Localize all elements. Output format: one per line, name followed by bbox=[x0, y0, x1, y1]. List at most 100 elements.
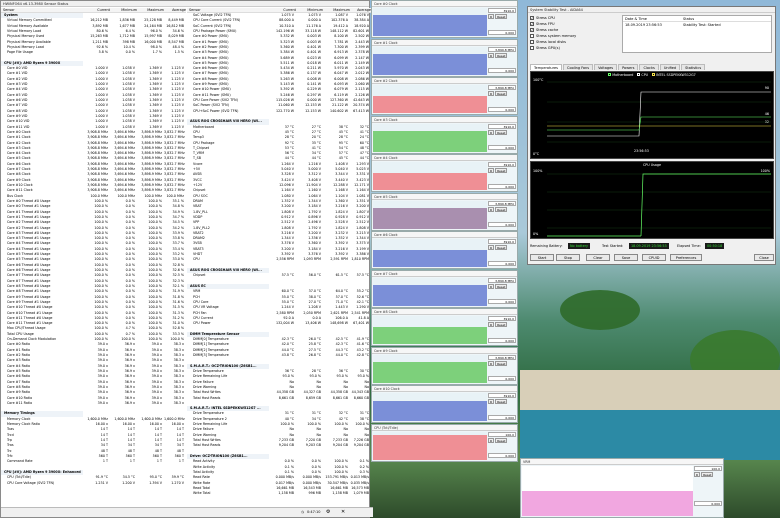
graph-max-value[interactable]: 3910.0 bbox=[488, 316, 516, 321]
header-maximum[interactable]: Maximum bbox=[137, 8, 164, 12]
checkbox-icon[interactable]: ✓ bbox=[530, 28, 534, 32]
tab-temperatures[interactable]: Temperatures bbox=[530, 64, 562, 70]
graph-min-value[interactable]: 0.000 bbox=[488, 145, 516, 150]
graph-max-value[interactable]: 3,899.8 MHz bbox=[488, 200, 516, 206]
reset-button[interactable]: Reset bbox=[495, 129, 508, 135]
reset-button[interactable]: Reset bbox=[495, 322, 508, 327]
start-button[interactable]: Start bbox=[530, 254, 554, 261]
graph-window[interactable]: CPU (Tctl/Tdie) 100.0 R Reset 0.000 bbox=[371, 423, 518, 462]
tab-clocks[interactable]: Clocks bbox=[639, 64, 659, 70]
sensor-row[interactable]: Write Total 1,158 MB 996 MB 1,158 MB 1,079 M… bbox=[187, 491, 371, 496]
header-minimum[interactable]: Minimum bbox=[296, 8, 323, 12]
checkbox-icon[interactable] bbox=[530, 34, 534, 38]
preferences-button[interactable]: Preferences bbox=[670, 254, 702, 261]
aida-titlebar[interactable]: System Stability Test - AIDA64 bbox=[528, 7, 775, 13]
reset-button[interactable]: Reset bbox=[495, 168, 508, 173]
graph-window[interactable]: Core #5 Clock 3,899.8 MHz R Reset 0.000 bbox=[371, 192, 518, 231]
graph-max-value[interactable]: 3910.0 bbox=[488, 8, 516, 13]
r-button[interactable]: R bbox=[488, 437, 495, 443]
graph-min-value[interactable]: 0.000 bbox=[488, 29, 516, 35]
graph-max-value[interactable]: 3910.0 bbox=[488, 393, 516, 398]
graph-min-value[interactable]: 0.000 bbox=[488, 222, 516, 227]
tab-voltages[interactable]: Voltages bbox=[594, 64, 618, 70]
graph-window[interactable]: Core #4 Clock 3910.0 R Reset 0.000 bbox=[371, 154, 518, 192]
reset-button[interactable]: Reset bbox=[495, 245, 508, 250]
r-button[interactable]: R bbox=[488, 91, 495, 96]
graph-window[interactable]: Core #7 Clock 3,899.8 MHz R Reset 0.000 bbox=[371, 269, 518, 308]
tab-unified[interactable]: Unified bbox=[659, 64, 681, 70]
hwinfo-titlebar[interactable]: HWiNFO64 v6.13-3980 Sensor Status bbox=[1, 1, 369, 7]
graph-max-value[interactable]: 100.0 bbox=[488, 431, 516, 437]
stress-checkbox[interactable]: Stress GPU(s) bbox=[530, 45, 620, 51]
reset-button[interactable]: Reset bbox=[495, 206, 508, 212]
header-current[interactable]: Current bbox=[269, 8, 296, 12]
graph-window-vrm[interactable]: VRM 100.0 R Reset 0.000 bbox=[520, 458, 724, 518]
close-icon[interactable]: ✕ bbox=[341, 509, 345, 515]
settings-icon[interactable]: ⚙ bbox=[326, 509, 330, 515]
graph-min-value[interactable]: 0.000 bbox=[488, 260, 516, 266]
checkbox-icon[interactable] bbox=[530, 46, 534, 50]
checkbox-icon[interactable]: ✓ bbox=[530, 22, 534, 26]
graph-max-value[interactable]: 100.0 bbox=[694, 466, 722, 471]
reset-button[interactable]: Reset bbox=[495, 283, 508, 289]
graph-max-value[interactable]: 3910.0 bbox=[488, 239, 516, 244]
tab-statistics[interactable]: Statistics bbox=[681, 64, 706, 70]
graph-max-value[interactable]: 3,899.8 MHz bbox=[488, 46, 516, 52]
r-button[interactable]: R bbox=[488, 399, 495, 404]
graph-min-value[interactable]: 0.000 bbox=[488, 376, 516, 381]
graph-window[interactable]: Core #0 Clock 3910.0 R Reset 0.000 bbox=[371, 0, 518, 38]
graph-min-value[interactable]: 0.000 bbox=[488, 414, 516, 420]
graph-max-value[interactable]: 3,899.8 MHz bbox=[488, 354, 516, 360]
reset-button[interactable]: Reset bbox=[495, 14, 508, 19]
graph-window[interactable]: Core #2 Clock 3,899.8 MHz R Reset 0.000 bbox=[371, 77, 518, 115]
graph-max-value[interactable]: 3910.0 bbox=[488, 123, 516, 129]
header-sensor[interactable]: Sensor bbox=[187, 8, 269, 12]
header-average[interactable]: Average bbox=[350, 8, 371, 12]
graph-window[interactable]: Core #3 Clock 3910.0 R Reset 0.000 bbox=[371, 115, 518, 154]
r-button[interactable]: R bbox=[488, 168, 495, 173]
stop-button[interactable]: Stop bbox=[556, 254, 580, 261]
r-button[interactable]: R bbox=[488, 360, 495, 366]
graph-min-value[interactable]: 0.000 bbox=[488, 68, 516, 73]
graph-window[interactable]: Core #6 Clock 3910.0 R Reset 0.000 bbox=[371, 231, 518, 269]
graph-min-value[interactable]: 0.000 bbox=[488, 453, 516, 458]
graph-min-value[interactable]: 0.000 bbox=[694, 501, 722, 506]
r-button[interactable]: R bbox=[488, 14, 495, 19]
checkbox-icon[interactable]: ✓ bbox=[530, 16, 534, 20]
graph-min-value[interactable]: 0.000 bbox=[488, 337, 516, 343]
r-button[interactable]: R bbox=[488, 283, 495, 289]
reset-button[interactable]: Reset bbox=[495, 399, 508, 404]
header-minimum[interactable]: Minimum bbox=[110, 8, 137, 12]
graph-max-value[interactable]: 3910.0 bbox=[488, 162, 516, 167]
sensor-row[interactable]: CPU Core Voltage (SVI2 TFN) 1.231 V 1.200 … bbox=[1, 481, 186, 486]
r-button[interactable]: R bbox=[488, 245, 495, 250]
reset-button[interactable]: Reset bbox=[701, 472, 714, 477]
graph-min-value[interactable]: 0.000 bbox=[488, 106, 516, 112]
header-current[interactable]: Current bbox=[83, 8, 110, 12]
graph-window[interactable]: Core #9 Clock 3,899.8 MHz R Reset 0.000 bbox=[371, 346, 518, 385]
reset-button[interactable]: Reset bbox=[495, 360, 508, 366]
header-average[interactable]: Average bbox=[164, 8, 186, 12]
header-maximum[interactable]: Maximum bbox=[323, 8, 350, 12]
header-sensor[interactable]: Sensor bbox=[1, 8, 83, 12]
reset-button[interactable]: Reset bbox=[495, 91, 508, 96]
r-button[interactable]: R bbox=[488, 322, 495, 327]
r-button[interactable]: R bbox=[488, 129, 495, 135]
graph-window[interactable]: Core #10 Clock 3910.0 R Reset 0.000 bbox=[371, 385, 518, 423]
graph-min-value[interactable]: 0.000 bbox=[488, 183, 516, 189]
graph-min-value[interactable]: 0.000 bbox=[488, 299, 516, 304]
save-button[interactable]: Save bbox=[614, 254, 638, 261]
graph-window[interactable]: Core #8 Clock 3910.0 R Reset 0.000 bbox=[371, 308, 518, 346]
tab-powers[interactable]: Powers bbox=[618, 64, 639, 70]
r-button[interactable]: R bbox=[488, 206, 495, 212]
r-button[interactable]: R bbox=[694, 472, 701, 477]
reset-button[interactable]: Reset bbox=[495, 52, 508, 58]
graph-window[interactable]: Core #1 Clock 3,899.8 MHz R Reset 0.000 bbox=[371, 38, 518, 77]
graph-max-value[interactable]: 3,899.8 MHz bbox=[488, 277, 516, 283]
reset-button[interactable]: Reset bbox=[495, 437, 508, 443]
clear-button[interactable]: Clear bbox=[586, 254, 610, 261]
graph-max-value[interactable]: 3,899.8 MHz bbox=[488, 85, 516, 90]
r-button[interactable]: R bbox=[488, 52, 495, 58]
close-button[interactable]: Close bbox=[754, 254, 774, 261]
checkbox-icon[interactable] bbox=[530, 40, 534, 44]
